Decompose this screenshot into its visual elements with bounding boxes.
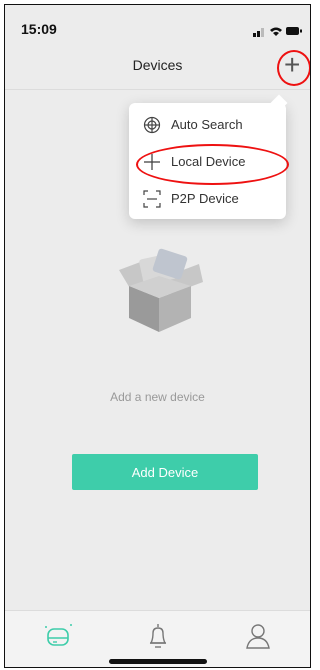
auto-search-icon [143, 116, 161, 134]
phone-screen: 15:09 Devices + Add a new device Add Dev… [4, 4, 311, 668]
status-bar: 15:09 [5, 5, 310, 39]
empty-state-message: Add a new device [110, 390, 205, 404]
add-device-button[interactable]: Add Device [72, 454, 258, 490]
status-time: 15:09 [21, 21, 57, 37]
status-icons [253, 27, 302, 37]
devices-icon[interactable] [41, 619, 75, 653]
page-title: Devices [132, 57, 183, 73]
user-icon[interactable] [241, 619, 275, 653]
home-indicator [109, 659, 207, 664]
menu-item-label: Auto Search [171, 117, 243, 132]
menu-item-p2p-device[interactable]: P2P Device [129, 181, 286, 217]
annotation-circle [136, 144, 289, 185]
scan-icon [143, 190, 161, 208]
add-device-plus-button[interactable]: + [277, 49, 310, 86]
navigation-header: Devices + [5, 39, 310, 90]
menu-item-auto-search[interactable]: Auto Search [129, 107, 286, 143]
empty-box-illustration [119, 248, 203, 332]
plus-icon: + [284, 49, 301, 80]
menu-item-label: P2P Device [171, 191, 239, 206]
bell-icon[interactable] [141, 619, 175, 653]
